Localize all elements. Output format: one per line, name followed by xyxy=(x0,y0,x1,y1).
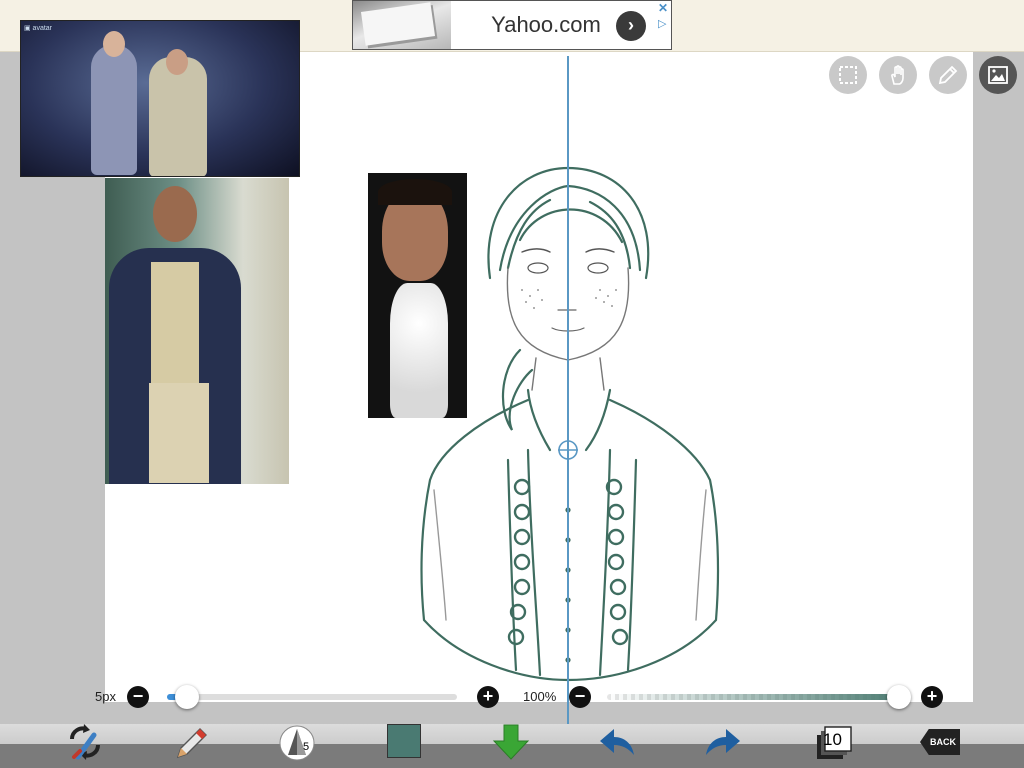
photo-face xyxy=(153,186,197,242)
brush-type-button[interactable] xyxy=(274,720,320,764)
photo-vest xyxy=(151,262,199,392)
brush-size-increase-button[interactable]: + xyxy=(477,686,499,708)
stage-figure-right xyxy=(149,57,207,176)
photo-legs xyxy=(149,383,209,483)
tool-switch-icon xyxy=(70,724,100,760)
stage-figure-left xyxy=(91,45,137,175)
reference-photo-full-body[interactable] xyxy=(105,178,289,484)
sketch-drawing xyxy=(420,166,720,682)
ruler-pencil-icon xyxy=(938,65,958,85)
symmetry-guide-line[interactable] xyxy=(567,56,569,746)
stage-figure-right-head xyxy=(166,49,188,75)
brush-cone-icon xyxy=(279,725,315,761)
ad-text[interactable]: Yahoo.com xyxy=(461,12,631,38)
download-arrow-icon xyxy=(492,724,530,760)
stage-figure-left-head xyxy=(103,31,125,57)
brush-size-decrease-button[interactable]: − xyxy=(127,686,149,708)
opacity-decrease-button[interactable]: − xyxy=(569,686,591,708)
opacity-slider[interactable] xyxy=(607,694,907,700)
redo-icon xyxy=(706,729,740,755)
tool-switch-button[interactable] xyxy=(62,720,108,764)
brush-variant-number: 5 xyxy=(303,741,310,753)
dashed-square-icon xyxy=(839,66,857,84)
undo-icon xyxy=(600,729,634,755)
stage-photo-tag: ▣ avatar xyxy=(24,25,53,32)
symmetry-guide-handle[interactable] xyxy=(557,439,579,461)
ad-thumbnail xyxy=(353,1,451,49)
image-icon xyxy=(988,66,1008,84)
opacity-slider-fill xyxy=(607,694,907,700)
brush-tool-button[interactable] xyxy=(168,720,214,764)
close-icon[interactable]: ✕ xyxy=(658,1,668,15)
selection-tool-button[interactable] xyxy=(829,56,867,94)
brush-size-slider-knob[interactable] xyxy=(174,685,199,709)
opacity-label: 100% xyxy=(523,689,557,704)
undo-button[interactable] xyxy=(594,720,640,764)
adchoices-icon[interactable]: ▷ xyxy=(658,17,666,30)
brush-size-label: 5px xyxy=(95,689,116,704)
opacity-slider-knob[interactable] xyxy=(887,685,911,709)
reference-photo-stage[interactable]: ▣ avatar xyxy=(20,20,300,177)
ruler-tool-button[interactable] xyxy=(929,56,967,94)
layer-count: 10 xyxy=(823,730,842,749)
pencil-icon xyxy=(176,728,207,759)
hand-icon xyxy=(891,65,904,85)
chevron-right-icon[interactable]: › xyxy=(616,11,646,41)
image-tool-button[interactable] xyxy=(979,56,1017,94)
brush-size-slider[interactable] xyxy=(167,694,457,700)
save-download-button[interactable] xyxy=(488,720,534,764)
hand-tool-button[interactable] xyxy=(879,56,917,94)
opacity-increase-button[interactable]: + xyxy=(921,686,943,708)
current-color-swatch[interactable] xyxy=(387,724,421,758)
redo-button[interactable] xyxy=(700,720,746,764)
